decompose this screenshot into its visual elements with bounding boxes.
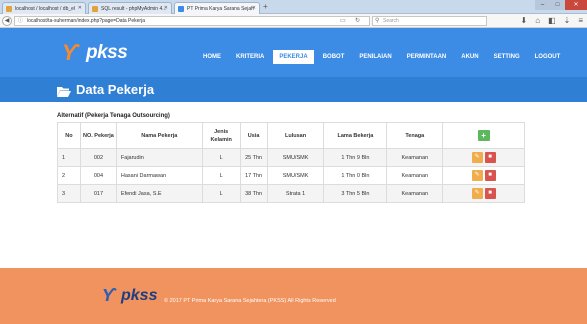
close-tab-icon[interactable]: ✕ bbox=[164, 5, 168, 11]
window-controls: – □ ✕ bbox=[535, 0, 587, 10]
table-row: 1 002 Fajarudin L 25 Thn SMU/SMK 1 Thn 9… bbox=[57, 148, 525, 167]
phpmyadmin-favicon-icon bbox=[6, 6, 12, 12]
cell-tenaga: Keamanan bbox=[386, 148, 444, 167]
nav-logout[interactable]: LOGOUT bbox=[529, 50, 567, 64]
cell-tenaga: Keamanan bbox=[386, 184, 444, 203]
search-input[interactable]: ⚲ Search bbox=[372, 16, 487, 26]
delete-trash-icon[interactable]: ■ bbox=[484, 170, 496, 181]
close-tab-icon[interactable]: ✕ bbox=[78, 5, 82, 11]
cell-lama-bekerja: 1 Thn 0 Bln bbox=[323, 166, 388, 185]
info-icon[interactable]: ⓘ bbox=[18, 17, 23, 26]
home-icon[interactable]: ⌂ bbox=[535, 16, 540, 25]
browser-tab-strip: localhost / localhost / db_el ✕ SQL resu… bbox=[0, 0, 587, 14]
nav-permintaan[interactable]: PERMINTAAN bbox=[401, 50, 453, 64]
minimize-icon[interactable]: – bbox=[535, 0, 550, 10]
reader-view-icon[interactable]: ▭ bbox=[340, 17, 346, 24]
cell-no: 1 bbox=[57, 148, 81, 167]
cell-lulusan: SMU/SMK bbox=[266, 166, 325, 185]
close-window-icon[interactable]: ✕ bbox=[565, 0, 587, 10]
phpmyadmin-favicon-icon bbox=[92, 6, 98, 12]
cell-no-pekerja: 017 bbox=[79, 184, 117, 203]
page-title: Data Pekerja bbox=[57, 82, 154, 97]
edit-pencil-icon[interactable]: ✎ bbox=[471, 152, 483, 163]
cell-no: 3 bbox=[57, 184, 81, 203]
browser-toolbar: ⬇ ⌂ ◧ ⇣ ≡ bbox=[521, 16, 583, 25]
table-row: 3 017 Efendi Jasa, S.E L 38 Thn Strata 1… bbox=[57, 184, 525, 203]
cell-lama-bekerja: 1 Thn 9 Bln bbox=[323, 148, 388, 167]
cell-jenis-kelamin: L bbox=[201, 184, 241, 203]
browser-tab-phpmyadmin-2[interactable]: SQL result - phpMyAdmin 4... ✕ bbox=[88, 2, 172, 14]
col-lama-bekerja: Lama Bekerja bbox=[323, 122, 388, 149]
cell-actions: ✎ ■ bbox=[442, 166, 525, 185]
new-tab-icon[interactable]: + bbox=[263, 2, 268, 11]
col-lulusan: Lulusan bbox=[266, 122, 325, 149]
main-nav: HOME KRITERIA PEKERJA BOBOT PENILAIAN PE… bbox=[197, 50, 569, 64]
col-no: No bbox=[57, 122, 81, 149]
logo-swoosh-icon: ϒ bbox=[102, 285, 116, 305]
cell-usia: 25 Thn bbox=[239, 148, 268, 167]
search-icon: ⚲ bbox=[375, 18, 380, 24]
col-actions: + bbox=[442, 122, 525, 149]
cell-no-pekerja: 002 bbox=[79, 148, 117, 167]
cell-lulusan: SMU/SMK bbox=[266, 148, 325, 167]
download-icon[interactable]: ⬇ bbox=[521, 16, 528, 25]
cell-jenis-kelamin: L bbox=[201, 148, 241, 167]
cell-actions: ✎ ■ bbox=[442, 184, 525, 203]
nav-pekerja[interactable]: PEKERJA bbox=[273, 50, 314, 64]
cell-nama: Fajarudin bbox=[115, 148, 203, 167]
cell-lama-bekerja: 3 Thn 5 Bln bbox=[323, 184, 388, 203]
menu-icon[interactable]: ≡ bbox=[578, 16, 583, 25]
url-field[interactable]: ⓘ localhost/ta-suherman/index.php?page=D… bbox=[14, 16, 370, 26]
reload-icon[interactable]: ↻ bbox=[355, 17, 360, 24]
pkss-favicon-icon bbox=[178, 6, 184, 12]
back-arrow-icon[interactable]: ◀ bbox=[2, 16, 12, 26]
pekerja-table: No NO. Pekerja Nama Pekerja Jenis Kelami… bbox=[57, 122, 525, 203]
cell-actions: ✎ ■ bbox=[442, 148, 525, 167]
logo-swoosh-icon: ϒ bbox=[62, 40, 79, 65]
site-footer bbox=[0, 268, 587, 324]
table-caption: Alternatif (Pekerja Tenaga Outsourcing) bbox=[57, 113, 170, 119]
sync-icon[interactable]: ⇣ bbox=[564, 16, 571, 25]
col-jenis-kelamin: Jenis Kelamin bbox=[201, 122, 241, 149]
cell-nama: Hasani Darmawan bbox=[115, 166, 203, 185]
cell-usia: 17 Thn bbox=[239, 166, 268, 185]
browser-tab-pkss[interactable]: PT Prima Karya Sarana Sejah ✕ bbox=[174, 2, 260, 14]
table-header-row: No NO. Pekerja Nama Pekerja Jenis Kelami… bbox=[57, 122, 525, 149]
browser-tab-phpmyadmin-1[interactable]: localhost / localhost / db_el ✕ bbox=[2, 2, 86, 14]
edit-pencil-icon[interactable]: ✎ bbox=[471, 188, 483, 199]
nav-kriteria[interactable]: KRITERIA bbox=[230, 50, 270, 64]
add-pekerja-button[interactable]: + bbox=[477, 130, 490, 141]
cell-lulusan: Strata 1 bbox=[266, 184, 325, 203]
cell-jenis-kelamin: L bbox=[201, 166, 241, 185]
nav-home[interactable]: HOME bbox=[197, 50, 227, 64]
nav-setting[interactable]: SETTING bbox=[488, 50, 526, 64]
cell-nama: Efendi Jasa, S.E bbox=[115, 184, 203, 203]
delete-trash-icon[interactable]: ■ bbox=[484, 152, 496, 163]
footer-copyright: © 2017 PT Prima Karya Sarana Sejahtera (… bbox=[164, 298, 336, 304]
nav-bobot[interactable]: BOBOT bbox=[317, 50, 351, 64]
nav-penilaian[interactable]: PENILAIAN bbox=[353, 50, 397, 64]
col-nama-pekerja: Nama Pekerja bbox=[115, 122, 203, 149]
folder-open-icon bbox=[57, 85, 71, 97]
delete-trash-icon[interactable]: ■ bbox=[484, 188, 496, 199]
maximize-icon[interactable]: □ bbox=[550, 0, 565, 10]
cell-tenaga: Keamanan bbox=[386, 166, 444, 185]
close-tab-icon[interactable]: ✕ bbox=[252, 5, 256, 11]
table-row: 2 004 Hasani Darmawan L 17 Thn SMU/SMK 1… bbox=[57, 166, 525, 185]
col-usia: Usia bbox=[239, 122, 268, 149]
cell-usia: 38 Thn bbox=[239, 184, 268, 203]
nav-akun[interactable]: AKUN bbox=[455, 50, 484, 64]
col-no-pekerja: NO. Pekerja bbox=[79, 122, 117, 149]
cell-no-pekerja: 004 bbox=[79, 166, 117, 185]
col-tenaga: Tenaga bbox=[386, 122, 444, 149]
cell-no: 2 bbox=[57, 166, 81, 185]
edit-pencil-icon[interactable]: ✎ bbox=[471, 170, 483, 181]
pocket-icon[interactable]: ◧ bbox=[548, 16, 556, 25]
address-bar: ◀ ⓘ localhost/ta-suherman/index.php?page… bbox=[0, 14, 587, 28]
